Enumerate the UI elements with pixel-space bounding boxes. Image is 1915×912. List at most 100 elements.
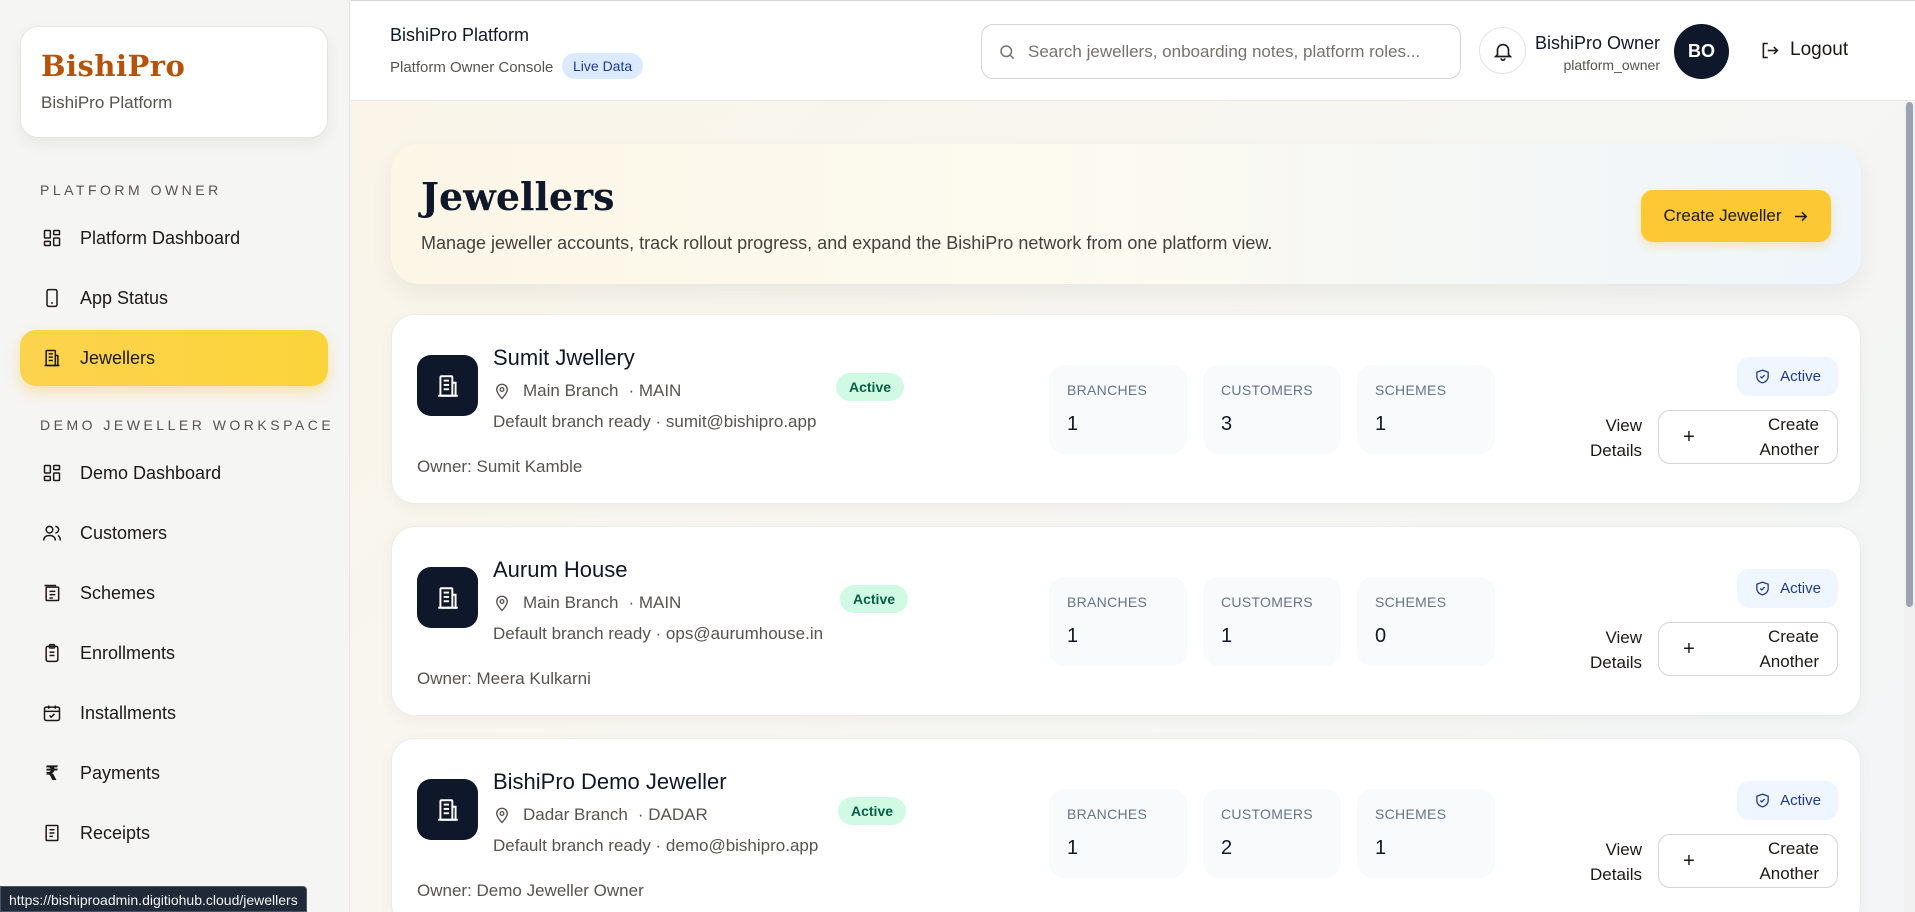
stat-value: 3	[1221, 413, 1233, 435]
create-another-button[interactable]: + Create Another	[1658, 834, 1838, 888]
search-input[interactable]	[1028, 41, 1438, 62]
bell-icon	[1493, 43, 1512, 61]
sidebar-item-receipts[interactable]: Receipts	[20, 805, 328, 861]
branch-ready-email: Default branch ready · sumit@bishipro.ap…	[493, 412, 817, 431]
logout-button[interactable]: Logout	[1759, 39, 1848, 61]
sidebar-item-installments[interactable]: Installments	[20, 685, 328, 741]
rupee-icon: ₹	[45, 762, 59, 785]
create-another-button[interactable]: + Create Another	[1658, 622, 1838, 676]
sidebar-item-jewellers[interactable]: Jewellers	[20, 330, 328, 386]
branch-name: Dadar Branch	[523, 805, 628, 824]
map-pin-icon	[496, 807, 508, 824]
dashboard-icon	[40, 226, 64, 250]
sidebar-item-schemes[interactable]: Schemes	[20, 565, 328, 621]
jeweller-logo	[417, 567, 478, 628]
create-jeweller-button[interactable]: Create Jeweller	[1641, 190, 1831, 242]
plus-icon: +	[1683, 849, 1695, 872]
view-details-button[interactable]: View Details	[1562, 413, 1642, 463]
sidebar-item-platform-dashboard[interactable]: Platform Dashboard	[20, 210, 328, 266]
branch-name: Main Branch	[523, 593, 619, 612]
view-details-line2: Details	[1590, 653, 1642, 672]
jeweller-card: Aurum House Main Branch · MAIN Default b…	[391, 526, 1861, 716]
status-chip-label: Active	[1780, 580, 1821, 597]
shield-check-icon	[1756, 793, 1769, 808]
sidebar-item-label: Payments	[80, 762, 161, 783]
create-another-button[interactable]: + Create Another	[1658, 410, 1838, 464]
sidebar-item-customers[interactable]: Customers	[20, 505, 328, 561]
shield-check-icon	[1756, 369, 1769, 384]
create-jeweller-label: Create Jeweller	[1663, 206, 1782, 225]
status-chip-label: Active	[1780, 792, 1821, 809]
stat-label: BRANCHES	[1067, 806, 1148, 822]
brand-subtitle: BishiPro Platform	[41, 93, 173, 112]
create-another-label: Create Another	[1719, 624, 1837, 674]
search-icon	[1000, 44, 1015, 59]
status-badge: Active	[838, 797, 907, 825]
section-label-platform-owner: PLATFORM OWNER	[40, 182, 222, 198]
scrollbar-thumb[interactable]	[1906, 102, 1913, 607]
stat-value: 2	[1221, 837, 1233, 859]
building-icon	[437, 586, 458, 609]
logout-label: Logout	[1790, 39, 1849, 60]
jeweller-owner: Owner: Demo Jeweller Owner	[417, 881, 644, 900]
jeweller-branch: Main Branch · MAIN	[493, 381, 681, 401]
stat-label: BRANCHES	[1067, 382, 1148, 398]
sidebar-item-label: Installments	[80, 702, 177, 723]
view-details-line2: Details	[1590, 441, 1642, 460]
sidebar-item-label: Demo Dashboard	[80, 462, 222, 483]
building-icon	[40, 346, 64, 370]
sidebar-item-app-status[interactable]: App Status	[20, 270, 328, 326]
status-chip: Active	[1737, 781, 1838, 820]
arrow-right-icon	[1794, 211, 1807, 221]
section-label-demo-workspace: DEMO JEWELLER WORKSPACE	[40, 417, 335, 433]
console-subtitle: Platform Owner Console	[390, 59, 554, 76]
map-pin-icon	[496, 383, 508, 400]
receipt-icon	[40, 821, 64, 845]
stat-branches: BRANCHES 1	[1049, 789, 1187, 878]
branch-code: · MAIN	[628, 381, 682, 400]
sidebar-item-enrollments[interactable]: Enrollments	[20, 625, 328, 681]
notifications-button[interactable]	[1479, 27, 1526, 74]
sidebar-item-label: Schemes	[80, 582, 156, 603]
stat-label: SCHEMES	[1375, 382, 1447, 398]
sidebar-item-payments[interactable]: ₹ Payments	[20, 745, 328, 801]
sidebar-item-demo-dashboard[interactable]: Demo Dashboard	[20, 445, 328, 501]
page-title: Jewellers	[421, 174, 615, 219]
jewellers-hero: Jewellers Manage jeweller accounts, trac…	[391, 144, 1861, 284]
brand-card[interactable]: BishiPro BishiPro Platform	[20, 26, 328, 138]
stat-value: 1	[1221, 625, 1233, 647]
main-content: Jewellers Manage jeweller accounts, trac…	[351, 102, 1904, 912]
scheme-icon	[40, 581, 64, 605]
view-details-button[interactable]: View Details	[1562, 625, 1642, 675]
create-another-line2: Another	[1759, 864, 1819, 883]
status-chip-label: Active	[1780, 368, 1821, 385]
create-another-line1: Create	[1767, 415, 1819, 434]
branch-code: · MAIN	[628, 593, 682, 612]
status-url-tooltip: https://bishiproadmin.digitiohub.cloud/j…	[0, 886, 307, 912]
view-details-line1: View	[1605, 416, 1642, 435]
status-badge: Active	[836, 373, 905, 401]
live-data-badge: Live Data	[562, 53, 644, 79]
jeweller-branch: Main Branch · MAIN	[493, 593, 681, 613]
search-box[interactable]	[981, 24, 1461, 79]
brand-name: BishiPro	[41, 49, 186, 83]
view-details-line1: View	[1605, 840, 1642, 859]
create-another-line2: Another	[1759, 440, 1819, 459]
stat-label: CUSTOMERS	[1221, 594, 1313, 610]
branch-ready-email: Default branch ready · demo@bishipro.app	[493, 836, 819, 855]
top-bar: BishiPro Platform Platform Owner Console…	[351, 0, 1915, 101]
branch-code: · DADAR	[637, 805, 708, 824]
page-scrollbar[interactable]	[1904, 102, 1915, 912]
view-details-button[interactable]: View Details	[1562, 837, 1642, 887]
logout-icon	[1762, 42, 1779, 58]
phone-icon	[40, 286, 64, 310]
stat-value: 1	[1375, 413, 1387, 435]
building-icon	[437, 374, 458, 397]
platform-title: BishiPro Platform	[390, 25, 530, 45]
stat-label: SCHEMES	[1375, 806, 1447, 822]
stat-value: 1	[1067, 413, 1079, 435]
avatar[interactable]: BO	[1674, 24, 1729, 79]
create-another-line1: Create	[1767, 627, 1819, 646]
jeweller-name: Aurum House	[493, 557, 628, 582]
stat-value: 1	[1375, 837, 1387, 859]
